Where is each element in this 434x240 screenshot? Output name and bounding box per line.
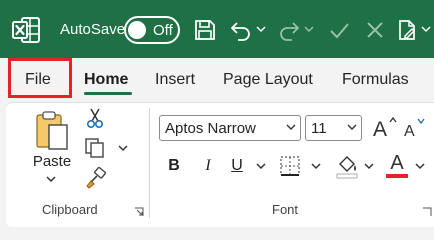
cut-icon[interactable] bbox=[84, 106, 106, 130]
svg-text:A: A bbox=[373, 118, 387, 140]
borders-icon[interactable] bbox=[278, 154, 302, 178]
fill-color-icon[interactable] bbox=[334, 152, 360, 180]
font-color-button[interactable]: A bbox=[385, 150, 409, 180]
clipboard-group-label: Clipboard bbox=[42, 202, 98, 217]
font-family-select[interactable]: Aptos Narrow bbox=[159, 115, 301, 141]
checkmark-icon[interactable] bbox=[326, 16, 352, 44]
clipboard-dialog-launcher-icon[interactable] bbox=[134, 204, 146, 216]
chevron-down-icon bbox=[347, 124, 357, 130]
paste-dropdown-icon[interactable] bbox=[45, 174, 57, 184]
font-family-value: Aptos Narrow bbox=[165, 119, 256, 137]
font-size-select[interactable]: 11 bbox=[305, 115, 362, 141]
font-group-label: Font bbox=[272, 202, 299, 217]
redo-icon[interactable] bbox=[276, 16, 302, 44]
paste-label[interactable]: Paste bbox=[28, 152, 76, 170]
toggle-knob bbox=[128, 21, 146, 39]
borders-dropdown-icon[interactable] bbox=[310, 161, 322, 171]
tab-formulas[interactable]: Formulas bbox=[342, 58, 409, 102]
tab-insert[interactable]: Insert bbox=[155, 58, 195, 102]
chevron-down-icon bbox=[286, 124, 296, 130]
copy-icon[interactable] bbox=[82, 136, 108, 160]
paste-icon[interactable] bbox=[30, 108, 76, 154]
tab-page-layout[interactable]: Page Layout bbox=[223, 58, 313, 102]
increase-font-size-icon[interactable]: A bbox=[372, 114, 398, 140]
cancel-icon[interactable] bbox=[362, 16, 388, 44]
customize-toolbar-dropdown-icon[interactable] bbox=[420, 18, 432, 40]
file-tab-highlight-box bbox=[8, 58, 72, 98]
redo-dropdown-icon[interactable] bbox=[303, 18, 315, 40]
underline-dropdown-icon[interactable] bbox=[255, 161, 267, 171]
italic-button[interactable]: I bbox=[197, 154, 219, 178]
autosave-toggle[interactable]: Off bbox=[124, 16, 180, 44]
excel-logo-icon bbox=[10, 14, 42, 46]
decrease-font-size-icon[interactable]: A bbox=[402, 114, 428, 140]
undo-dropdown-icon[interactable] bbox=[255, 18, 267, 40]
format-painter-icon[interactable] bbox=[84, 166, 108, 190]
selected-tab-indicator bbox=[84, 92, 132, 95]
fill-color-dropdown-icon[interactable] bbox=[363, 161, 375, 171]
font-color-letter: A bbox=[390, 152, 404, 174]
ribbon-bottom-edge bbox=[0, 227, 434, 235]
save-icon[interactable] bbox=[192, 16, 218, 44]
font-dialog-launcher-icon[interactable] bbox=[422, 204, 434, 216]
document-edit-icon[interactable] bbox=[394, 16, 420, 44]
svg-text:A: A bbox=[404, 123, 415, 140]
bold-button[interactable]: B bbox=[163, 154, 185, 178]
underline-button[interactable]: U bbox=[226, 154, 248, 178]
autosave-state: Off bbox=[153, 22, 173, 39]
copy-dropdown-icon[interactable] bbox=[117, 143, 129, 153]
font-size-value: 11 bbox=[311, 119, 327, 137]
group-divider bbox=[149, 108, 150, 218]
font-color-swatch bbox=[386, 174, 408, 178]
font-color-dropdown-icon[interactable] bbox=[414, 161, 426, 171]
undo-icon[interactable] bbox=[228, 16, 254, 44]
tab-home[interactable]: Home bbox=[84, 58, 128, 102]
autosave-label: AutoSave bbox=[60, 21, 126, 38]
